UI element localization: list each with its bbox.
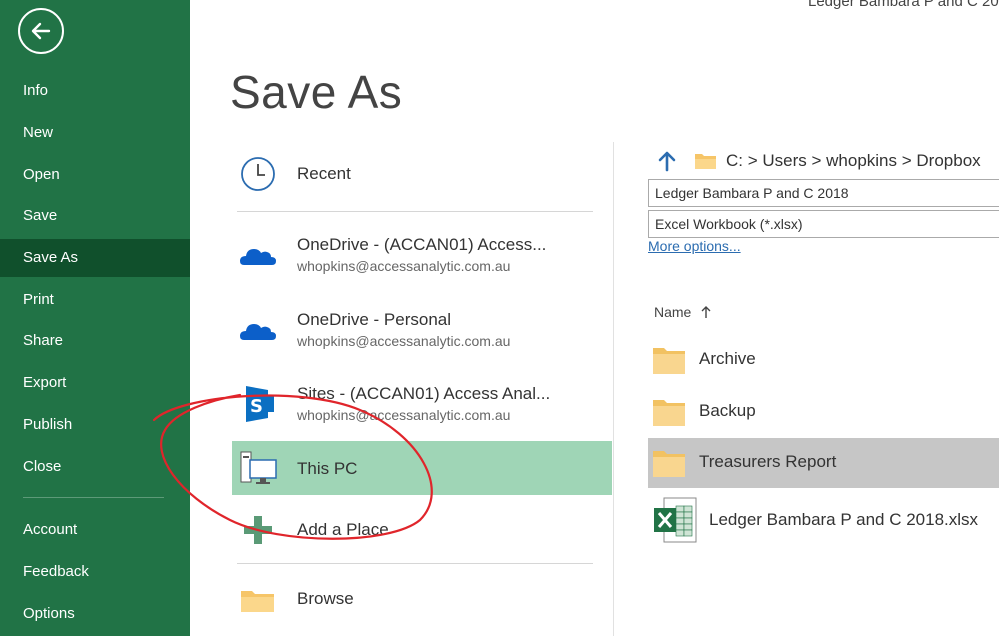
location-label: OneDrive - (ACCAN01) Access... <box>297 235 547 254</box>
more-options-link[interactable]: More options... <box>648 238 741 254</box>
location-label: Browse <box>297 589 354 608</box>
name-column-header[interactable]: Name <box>654 303 711 320</box>
location-onedrive-business[interactable]: OneDrive - (ACCAN01) Access... whopkins@… <box>232 227 612 281</box>
sharepoint-icon: S <box>246 386 274 422</box>
location-this-pc[interactable]: This PC <box>232 441 612 495</box>
nav-print[interactable]: Print <box>0 281 190 319</box>
panel-divider <box>613 142 614 636</box>
location-onedrive-personal[interactable]: OneDrive - Personal whopkins@accessanaly… <box>232 302 612 356</box>
back-arrow-icon <box>31 22 51 40</box>
file-row-backup[interactable]: Backup <box>648 387 999 437</box>
nav-account[interactable]: Account <box>0 511 190 549</box>
nav-export[interactable]: Export <box>0 364 190 402</box>
location-account: whopkins@accessanalytic.com.au <box>297 407 511 423</box>
location-label: Recent <box>297 164 351 183</box>
nav-save-as[interactable]: Save As <box>0 239 190 277</box>
nav-info[interactable]: Info <box>0 72 190 110</box>
location-add-place[interactable]: Add a Place <box>232 502 612 556</box>
folder-icon <box>695 154 716 169</box>
location-sharepoint-sites[interactable]: S Sites - (ACCAN01) Access Anal... whopk… <box>232 376 612 430</box>
location-browse[interactable]: Browse <box>232 571 612 625</box>
location-account: whopkins@accessanalytic.com.au <box>297 333 511 349</box>
location-recent[interactable]: Recent <box>232 146 612 200</box>
nav-share[interactable]: Share <box>0 322 190 360</box>
filename-input[interactable] <box>648 179 999 207</box>
backstage-window: Info New Open Save Save As Print Share E… <box>0 0 999 636</box>
excel-file-icon <box>654 497 697 543</box>
folder-icon <box>653 348 685 374</box>
back-button[interactable] <box>18 8 64 54</box>
file-row-archive[interactable]: Archive <box>648 335 999 385</box>
folder-icon <box>653 400 685 426</box>
backstage-sidebar: Info New Open Save Save As Print Share E… <box>0 0 190 636</box>
location-separator <box>237 211 593 212</box>
folder-icon <box>653 451 685 477</box>
nav-publish[interactable]: Publish <box>0 406 190 444</box>
sidebar-divider <box>23 497 164 498</box>
nav-open[interactable]: Open <box>0 156 190 194</box>
up-arrow-icon[interactable] <box>656 150 678 172</box>
clock-icon <box>241 157 275 191</box>
file-name: Treasurers Report <box>699 452 837 471</box>
file-row-treasurers-report[interactable]: Treasurers Report <box>648 438 999 488</box>
computer-icon <box>240 451 277 484</box>
plus-icon <box>244 516 272 544</box>
sort-up-arrow-icon <box>701 306 711 318</box>
file-name: Archive <box>699 349 756 368</box>
location-label: Add a Place <box>297 520 389 539</box>
nav-options[interactable]: Options <box>0 595 190 633</box>
onedrive-icon <box>240 324 276 340</box>
file-name: Backup <box>699 401 756 420</box>
location-account: whopkins@accessanalytic.com.au <box>297 258 511 274</box>
page-title: Save As <box>230 66 403 118</box>
name-column-label: Name <box>654 304 692 320</box>
location-label: OneDrive - Personal <box>297 310 452 329</box>
location-label: Sites - (ACCAN01) Access Anal... <box>297 384 551 403</box>
location-label: This PC <box>297 459 358 478</box>
onedrive-icon <box>240 249 276 265</box>
breadcrumb-path[interactable]: C: > Users > whopkins > Dropbox <box>726 151 981 171</box>
nav-close[interactable]: Close <box>0 448 190 486</box>
document-title: Ledger Bambara P and C 2018 <box>808 0 999 10</box>
file-name: Ledger Bambara P and C 2018.xlsx <box>709 510 979 529</box>
file-row-ledger-xlsx[interactable]: Ledger Bambara P and C 2018.xlsx <box>648 494 999 548</box>
nav-feedback[interactable]: Feedback <box>0 553 190 591</box>
nav-save[interactable]: Save <box>0 197 190 235</box>
svg-text:S: S <box>250 396 263 417</box>
location-separator <box>237 563 593 564</box>
folder-icon <box>241 591 274 612</box>
nav-new[interactable]: New <box>0 114 190 152</box>
filetype-select[interactable]: Excel Workbook (*.xlsx) <box>648 210 999 238</box>
